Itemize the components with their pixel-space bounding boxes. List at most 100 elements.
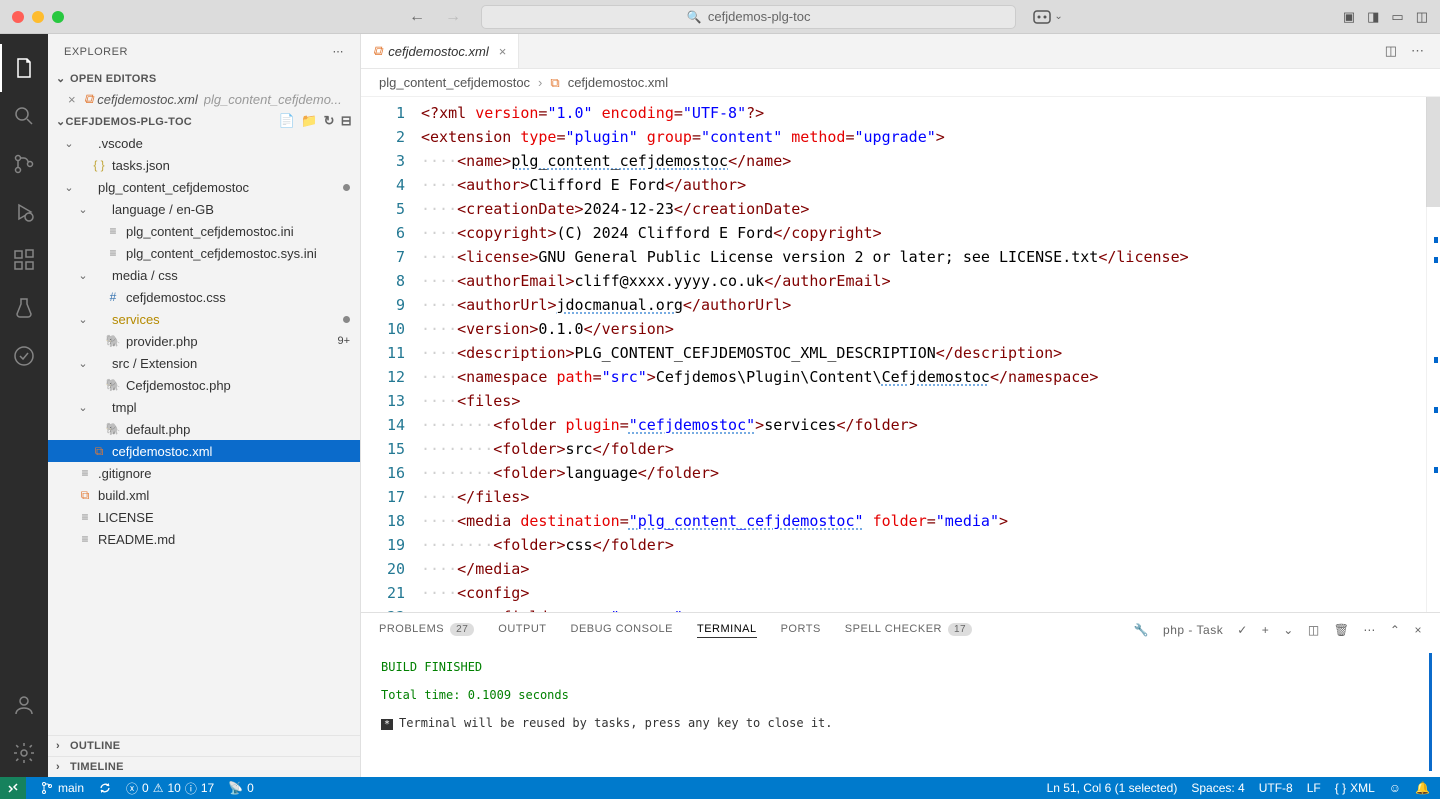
output-tab[interactable]: OUTPUT <box>498 623 546 637</box>
outline-section[interactable]: ›OUTLINE <box>48 735 360 756</box>
layout-icon-1[interactable]: ▣ <box>1343 9 1355 25</box>
tree-folder[interactable]: ⌄plg_content_cefjdemostoc <box>48 176 360 198</box>
panel-more-icon[interactable]: ⋯ <box>1363 623 1376 637</box>
close-window[interactable] <box>12 11 24 23</box>
settings-gear-icon[interactable] <box>0 729 48 777</box>
editor-more-icon[interactable]: ⋯ <box>1411 43 1424 59</box>
tree-item-label: src / Extension <box>112 356 197 371</box>
tree-file[interactable]: ⧉cefjdemostoc.xml <box>48 440 360 462</box>
search-activity-icon[interactable] <box>0 92 48 140</box>
extensions-icon[interactable] <box>0 236 48 284</box>
tree-folder[interactable]: ⌄services <box>48 308 360 330</box>
problems-status[interactable]: ⓧ0 ⚠10 ⓘ17 <box>126 780 214 797</box>
explorer-more-icon[interactable]: ⋯ <box>333 45 345 58</box>
tree-folder[interactable]: ⌄src / Extension <box>48 352 360 374</box>
layout-icon-2[interactable]: ◨ <box>1367 9 1379 25</box>
collapse-icon[interactable]: ⊟ <box>341 113 352 129</box>
minimize-window[interactable] <box>32 11 44 23</box>
tree-folder[interactable]: ⌄media / css <box>48 264 360 286</box>
new-terminal-icon[interactable]: + <box>1262 623 1270 637</box>
tree-file[interactable]: ≡.gitignore <box>48 462 360 484</box>
tree-file[interactable]: ≡LICENSE <box>48 506 360 528</box>
close-editor-icon[interactable]: × <box>68 92 84 107</box>
tree-file[interactable]: ⧉build.xml <box>48 484 360 506</box>
tree-item-label: .gitignore <box>98 466 151 481</box>
copilot-icon[interactable]: ⌄ <box>1032 9 1062 25</box>
task-label[interactable]: php - Task <box>1163 623 1223 637</box>
explorer-icon[interactable] <box>0 44 48 92</box>
task-check-icon: ✓ <box>1237 623 1248 637</box>
debug-console-tab[interactable]: DEBUG CONSOLE <box>571 623 673 637</box>
maximize-window[interactable] <box>52 11 64 23</box>
language-mode[interactable]: { }XML <box>1335 781 1375 795</box>
titlebar: ← → 🔍 cefjdemos-plg-toc ⌄ ▣ ◨ ▭ ◫ <box>0 0 1440 34</box>
split-editor-icon[interactable]: ◫ <box>1385 43 1397 59</box>
feedback-icon[interactable]: ☺ <box>1389 781 1401 795</box>
breadcrumbs[interactable]: plg_content_cefjdemostoc › ⧉ cefjdemosto… <box>361 69 1440 97</box>
sync-icon[interactable] <box>98 781 112 795</box>
testing-icon[interactable] <box>0 284 48 332</box>
layout-icon-3[interactable]: ▭ <box>1391 9 1403 25</box>
txt-file-icon: ≡ <box>104 224 122 238</box>
timeline-section[interactable]: ›TIMELINE <box>48 756 360 777</box>
tree-file[interactable]: 🐘Cefjdemostoc.php <box>48 374 360 396</box>
tree-file[interactable]: { }tasks.json <box>48 154 360 176</box>
remote-icon[interactable] <box>0 777 26 799</box>
tree-file[interactable]: 🐘default.php <box>48 418 360 440</box>
tree-item-label: README.md <box>98 532 175 547</box>
close-panel-icon[interactable]: × <box>1414 623 1422 637</box>
php-file-icon: 🐘 <box>104 334 122 348</box>
open-editors-section[interactable]: ⌄ OPEN EDITORS <box>48 69 360 88</box>
encoding-status[interactable]: UTF-8 <box>1259 781 1293 795</box>
tree-folder[interactable]: ⌄language / en-GB <box>48 198 360 220</box>
chevron-icon: ⌄ <box>62 137 76 150</box>
check-icon[interactable] <box>0 332 48 380</box>
tree-item-label: build.xml <box>98 488 149 503</box>
tree-file[interactable]: #cefjdemostoc.css <box>48 286 360 308</box>
new-file-icon[interactable]: 📄 <box>279 113 296 129</box>
tree-item-label: services <box>112 312 160 327</box>
close-tab-icon[interactable]: × <box>499 44 507 59</box>
tree-file[interactable]: 🐘provider.php9+ <box>48 330 360 352</box>
minimap[interactable] <box>1426 97 1440 612</box>
new-folder-icon[interactable]: 📁 <box>301 113 318 129</box>
ports-tab[interactable]: PORTS <box>781 623 821 637</box>
tree-file[interactable]: ≡plg_content_cefjdemostoc.ini <box>48 220 360 242</box>
layout-icon-4[interactable]: ◫ <box>1416 9 1428 25</box>
nav-back-icon[interactable]: ← <box>409 8 425 26</box>
terminal-output[interactable]: BUILD FINISHED Total time: 0.1009 second… <box>361 647 1440 777</box>
tree-file[interactable]: ≡README.md <box>48 528 360 550</box>
ports-status[interactable]: 📡0 <box>228 781 254 795</box>
account-icon[interactable] <box>0 681 48 729</box>
modification-badge: 9+ <box>337 335 350 347</box>
notifications-icon[interactable]: 🔔 <box>1415 781 1430 795</box>
tree-folder[interactable]: ⌄tmpl <box>48 396 360 418</box>
trash-icon[interactable]: 🗑 <box>1334 623 1350 637</box>
command-center[interactable]: 🔍 cefjdemos-plg-toc <box>481 5 1016 29</box>
debug-icon[interactable] <box>0 188 48 236</box>
code-content[interactable]: <?xml version="1.0" encoding="UTF-8"?><e… <box>421 97 1426 612</box>
eol-status[interactable]: LF <box>1307 781 1321 795</box>
refresh-icon[interactable]: ↻ <box>324 113 335 129</box>
chevron-icon: ⌄ <box>62 181 76 194</box>
tree-item-label: media / css <box>112 268 178 283</box>
maximize-panel-icon[interactable]: ⌃ <box>1390 623 1401 637</box>
cursor-position[interactable]: Ln 51, Col 6 (1 selected) <box>1047 781 1178 795</box>
editor-tab[interactable]: ⧉ cefjdemostoc.xml × <box>361 34 519 68</box>
problems-tab[interactable]: PROBLEMS 27 <box>379 623 474 638</box>
open-editor-item[interactable]: × ⧉ cefjdemostoc.xml plg_content_cefjdem… <box>48 88 360 110</box>
terminal-tab[interactable]: TERMINAL <box>697 623 757 638</box>
tree-file[interactable]: ≡plg_content_cefjdemostoc.sys.ini <box>48 242 360 264</box>
code-editor[interactable]: 1234567891011121314151617181920212223 <?… <box>361 97 1440 612</box>
split-terminal-icon[interactable]: ◫ <box>1308 623 1320 637</box>
tree-folder[interactable]: ⌄.vscode <box>48 132 360 154</box>
spell-checker-tab[interactable]: SPELL CHECKER 17 <box>845 623 972 638</box>
source-control-icon[interactable] <box>0 140 48 188</box>
chevron-down-icon[interactable]: ⌄ <box>1283 623 1294 637</box>
scrollbar-thumb[interactable] <box>1426 97 1440 207</box>
php-file-icon: 🐘 <box>104 378 122 392</box>
git-branch[interactable]: main <box>40 781 84 795</box>
nav-forward-icon[interactable]: → <box>445 8 461 26</box>
workspace-folder-header[interactable]: ⌄CEFJDEMOS-PLG-TOC 📄 📁 ↻ ⊟ <box>48 110 360 132</box>
indentation-status[interactable]: Spaces: 4 <box>1191 781 1244 795</box>
